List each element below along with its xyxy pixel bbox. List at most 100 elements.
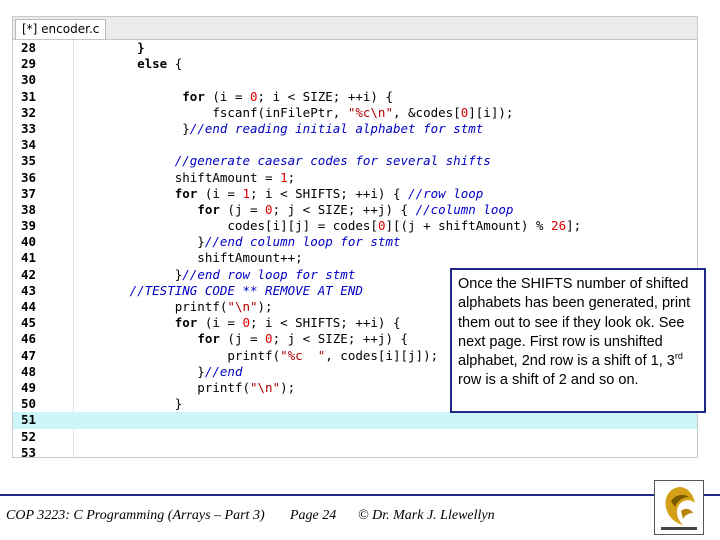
line-code: for (i = 0; i < SIZE; ++i) { bbox=[107, 89, 393, 105]
line-number: 29 bbox=[21, 56, 37, 72]
code-token: ][i]); bbox=[468, 104, 514, 120]
line-number: 47 bbox=[21, 347, 37, 363]
code-token: //end row loop for stmt bbox=[182, 266, 356, 282]
line-code: }//end row loop for stmt bbox=[107, 266, 356, 283]
line-number: 53 bbox=[21, 444, 37, 458]
footer-page: Page 24 bbox=[290, 508, 337, 523]
code-token: "\n" bbox=[227, 299, 258, 314]
line-code: } bbox=[107, 396, 183, 412]
code-token: for bbox=[174, 185, 198, 201]
line-code: printf("%c ", codes[i][j]); bbox=[107, 348, 438, 364]
line-code: }//end bbox=[107, 364, 242, 380]
code-token: shiftAmount = bbox=[107, 169, 281, 185]
line-number: 42 bbox=[21, 266, 37, 282]
line-number: 36 bbox=[21, 169, 37, 185]
code-line[interactable]: 52 bbox=[13, 429, 697, 445]
line-code: printf("\n"); bbox=[107, 299, 273, 315]
code-line[interactable]: 53 bbox=[13, 444, 697, 458]
callout-text-pre: Once the SHIFTS number of shifted alphab… bbox=[458, 276, 691, 370]
code-token: { bbox=[167, 56, 183, 72]
code-token: ); bbox=[257, 299, 273, 314]
code-line[interactable]: 34 bbox=[13, 137, 697, 153]
line-code: //TESTING CODE ** REMOVE AT END bbox=[107, 283, 363, 299]
editor-tab-bar: [*] encoder.c bbox=[13, 17, 697, 40]
code-line[interactable]: 32 fscanf(inFilePtr, "%c\n", &codes[0][i… bbox=[13, 105, 697, 121]
line-number: 45 bbox=[21, 315, 37, 331]
line-code: //generate caesar codes for several shif… bbox=[107, 153, 491, 169]
code-line[interactable]: 28 } bbox=[13, 40, 697, 56]
line-code: shiftAmount = 1; bbox=[107, 170, 295, 186]
line-number: 51 bbox=[21, 412, 37, 428]
code-token: ][(j + shiftAmount) % bbox=[385, 218, 552, 234]
code-token: ); bbox=[280, 379, 296, 395]
code-token: fscanf(inFilePtr, bbox=[107, 104, 348, 120]
line-code: for (i = 1; i < SHIFTS; ++i) { //row loo… bbox=[107, 185, 484, 202]
code-token: 1 bbox=[242, 185, 250, 201]
code-token: //end reading initial alphabet for stmt bbox=[189, 120, 484, 136]
code-token: , codes[i][j]); bbox=[325, 347, 439, 363]
code-token: (j = bbox=[219, 331, 266, 347]
pegasus-logo-icon bbox=[654, 480, 704, 535]
slide-footer: COP 3223: C Programming (Arrays – Part 3… bbox=[0, 496, 720, 540]
line-number: 39 bbox=[21, 218, 37, 234]
code-token: //row loop bbox=[408, 185, 484, 201]
code-token: } bbox=[107, 234, 205, 250]
line-code: shiftAmount++; bbox=[107, 250, 303, 266]
code-token: "\n" bbox=[250, 379, 281, 395]
line-code: else { bbox=[107, 56, 182, 72]
line-number: 35 bbox=[21, 153, 37, 169]
line-code: printf("\n"); bbox=[107, 380, 295, 396]
code-token: ; i < SHIFTS; ++i) { bbox=[250, 315, 401, 331]
line-number: 37 bbox=[21, 185, 37, 201]
code-token: printf( bbox=[107, 379, 250, 395]
code-line[interactable]: 36 shiftAmount = 1; bbox=[13, 170, 697, 186]
explanation-callout: Once the SHIFTS number of shifted alphab… bbox=[450, 268, 706, 413]
code-token: for bbox=[197, 201, 220, 217]
code-line[interactable]: 39 codes[i][j] = codes[0][(j + shiftAmou… bbox=[13, 218, 697, 234]
line-number: 52 bbox=[21, 428, 37, 444]
footer-course: COP 3223: C Programming (Arrays – Part 3… bbox=[6, 508, 265, 523]
code-token: ; i < SIZE; ++i) { bbox=[257, 88, 393, 104]
line-number: 31 bbox=[21, 88, 37, 104]
code-line[interactable]: 41 shiftAmount++; bbox=[13, 250, 697, 266]
line-number: 30 bbox=[21, 72, 37, 88]
code-line[interactable]: 37 for (i = 1; i < SHIFTS; ++i) { //row … bbox=[13, 186, 697, 202]
code-line[interactable]: 29 else { bbox=[13, 56, 697, 72]
code-token: , &codes[ bbox=[392, 104, 461, 120]
line-code: }//end column loop for stmt bbox=[107, 234, 400, 250]
code-token: printf( bbox=[107, 299, 228, 314]
code-token: else bbox=[137, 56, 168, 72]
callout-text-post: row is a shift of 2 and so on. bbox=[458, 372, 639, 389]
code-line[interactable]: 35 //generate caesar codes for several s… bbox=[13, 153, 697, 169]
code-token: } bbox=[107, 396, 183, 412]
code-line[interactable]: 38 for (j = 0; j < SIZE; ++j) { //column… bbox=[13, 202, 697, 218]
code-token: //end bbox=[204, 363, 243, 379]
line-number: 34 bbox=[21, 137, 37, 153]
code-line[interactable]: 30 bbox=[13, 72, 697, 88]
code-token: shiftAmount++; bbox=[107, 250, 303, 266]
line-code: } bbox=[107, 40, 145, 56]
code-token: ; j < SIZE; ++j) { bbox=[272, 201, 416, 217]
line-number: 49 bbox=[21, 379, 37, 395]
code-token: } bbox=[107, 266, 183, 282]
code-token: //column loop bbox=[415, 201, 514, 217]
code-token: ; i < SHIFTS; ++i) { bbox=[250, 185, 409, 201]
tab-encoder-c[interactable]: [*] encoder.c bbox=[15, 19, 107, 39]
line-number: 28 bbox=[21, 40, 37, 55]
code-line[interactable]: 51 bbox=[13, 412, 697, 429]
code-line[interactable]: 31 for (i = 0; i < SIZE; ++i) { bbox=[13, 89, 697, 105]
code-token: codes[i][j] = codes[ bbox=[107, 218, 378, 234]
code-line[interactable]: 40 }//end column loop for stmt bbox=[13, 234, 697, 250]
line-code: fscanf(inFilePtr, "%c\n", &codes[0][i]); bbox=[107, 105, 513, 121]
line-number: 38 bbox=[21, 201, 37, 217]
code-line[interactable]: 33 }//end reading initial alphabet for s… bbox=[13, 121, 697, 137]
code-token: } bbox=[137, 40, 145, 55]
code-token: (i = bbox=[204, 88, 250, 104]
code-token: //TESTING CODE ** REMOVE AT END bbox=[129, 282, 363, 298]
line-number: 40 bbox=[21, 234, 37, 250]
